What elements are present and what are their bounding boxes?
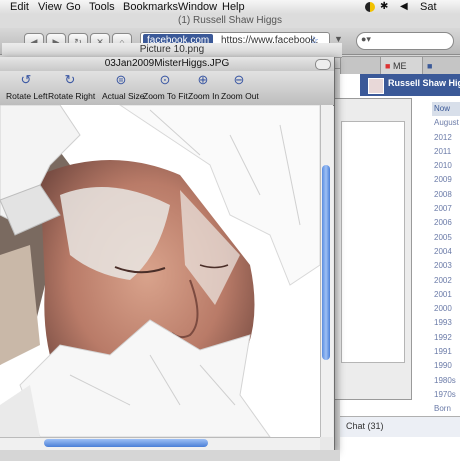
actual-size-icon: ⊜ xyxy=(115,72,127,87)
menu-edit[interactable]: Edit xyxy=(10,0,29,14)
timeline-item[interactable]: 2003 xyxy=(432,259,460,273)
timeline-item[interactable]: 1990 xyxy=(432,359,460,373)
menu-go[interactable]: Go xyxy=(66,0,81,14)
timeline-item[interactable]: 2005 xyxy=(432,231,460,245)
timeline-item[interactable]: Now xyxy=(432,102,460,117)
search-icon: ●▾ xyxy=(361,34,371,44)
vertical-scroll-thumb[interactable] xyxy=(322,165,330,360)
timeline-item[interactable]: 2012 xyxy=(432,131,460,145)
status-strip xyxy=(0,450,340,461)
rotate-right-icon: ↻ xyxy=(64,72,76,87)
tab-label: ME xyxy=(392,61,407,71)
background-window xyxy=(330,98,412,400)
facebook-header: Russell Shaw Higgs xyxy=(360,74,460,96)
profile-name[interactable]: Russell Shaw Higgs xyxy=(388,78,460,88)
preview-window: 03Jan2009MisterHiggs.JPG ↺ Rotate Left ↻… xyxy=(0,57,335,451)
rotate-left-button[interactable]: ↺ Rotate Left xyxy=(6,72,48,102)
zoom-in-label: Zoom In xyxy=(188,91,220,101)
timeline-item[interactable]: 2006 xyxy=(432,216,460,230)
timeline-item[interactable]: 1993 xyxy=(432,316,460,330)
toolbar-toggle-button[interactable] xyxy=(315,59,331,70)
actual-size-label: Actual Size xyxy=(102,91,145,101)
actual-size-button[interactable]: ⊜ Actual Size xyxy=(102,72,145,102)
rotate-right-label: Rotate Right xyxy=(48,91,96,101)
rotate-left-label: Rotate Left xyxy=(6,91,48,101)
timeline-item[interactable]: 2004 xyxy=(432,245,460,259)
zoom-in-button[interactable]: ⊕ Zoom In xyxy=(188,72,220,102)
timeline-item[interactable]: Born xyxy=(432,402,460,416)
search-input[interactable]: ●▾ xyxy=(356,32,454,50)
timeline-item[interactable]: 1991 xyxy=(432,345,460,359)
tab-other[interactable]: ■ xyxy=(422,56,460,76)
status-icon[interactable] xyxy=(365,2,375,12)
timeline-item[interactable]: 2000 xyxy=(432,302,460,316)
bluetooth-icon[interactable]: ✱ xyxy=(380,0,388,14)
tab-strip: ■ ME ■ xyxy=(340,56,460,76)
zoom-to-fit-label: Zoom To Fit xyxy=(143,91,188,101)
rotate-right-button[interactable]: ↻ Rotate Right xyxy=(48,72,96,102)
preview-toolbar: ↺ Rotate Left ↻ Rotate Right ⊜ Actual Si… xyxy=(0,71,334,106)
photo-view[interactable] xyxy=(0,105,320,437)
menu-bar: Edit View Go Tools Bookmarks Window Help… xyxy=(0,0,460,27)
timeline-item[interactable]: 1970s xyxy=(432,388,460,402)
zoom-out-button[interactable]: ⊖ Zoom Out xyxy=(221,72,259,102)
photo-image xyxy=(0,105,320,437)
zoom-to-fit-button[interactable]: ⊙ Zoom To Fit xyxy=(143,72,188,102)
timeline-nav: Now August 2012 2011 2010 2009 2008 2007 2006 200… xyxy=(432,102,460,417)
timeline-item[interactable]: 2011 xyxy=(432,145,460,159)
rotate-left-icon: ↺ xyxy=(20,72,32,87)
zoom-to-fit-icon: ⊙ xyxy=(159,72,171,87)
menu-tools[interactable]: Tools xyxy=(89,0,115,14)
tab-favicon-icon: ■ xyxy=(385,61,391,71)
menu-bookmarks[interactable]: Bookmarks xyxy=(123,0,178,14)
timeline-item[interactable]: 1992 xyxy=(432,331,460,345)
browser-title: (1) Russell Shaw Higgs xyxy=(178,15,282,26)
timeline-item[interactable]: 2008 xyxy=(432,188,460,202)
tab-favicon-icon: ■ xyxy=(427,61,433,71)
menu-help[interactable]: Help xyxy=(222,0,245,14)
zoom-in-icon: ⊕ xyxy=(197,72,209,87)
chat-bar[interactable]: Chat (31) xyxy=(340,416,460,437)
timeline-item[interactable]: 2002 xyxy=(432,274,460,288)
menu-window[interactable]: Window xyxy=(178,0,217,14)
timeline-item[interactable]: 2009 xyxy=(432,173,460,187)
volume-icon[interactable]: ◀ xyxy=(400,0,408,14)
menu-view[interactable]: View xyxy=(38,0,62,14)
timeline-item[interactable]: 2001 xyxy=(432,288,460,302)
background-window-content xyxy=(341,121,405,363)
timeline-item[interactable]: 2010 xyxy=(432,159,460,173)
chat-label[interactable]: Chat (31) xyxy=(346,421,384,431)
timeline-item[interactable]: August xyxy=(432,116,460,130)
timeline-item[interactable]: 2007 xyxy=(432,202,460,216)
zoom-out-icon: ⊖ xyxy=(233,72,245,87)
preview-title: 03Jan2009MisterHiggs.JPG xyxy=(0,57,334,72)
outer-preview-title: Picture 10.png xyxy=(2,43,342,58)
timeline-item[interactable]: 1980s xyxy=(432,374,460,388)
zoom-out-label: Zoom Out xyxy=(221,91,259,101)
horizontal-scroll-thumb[interactable] xyxy=(44,439,208,447)
avatar[interactable] xyxy=(368,78,384,94)
